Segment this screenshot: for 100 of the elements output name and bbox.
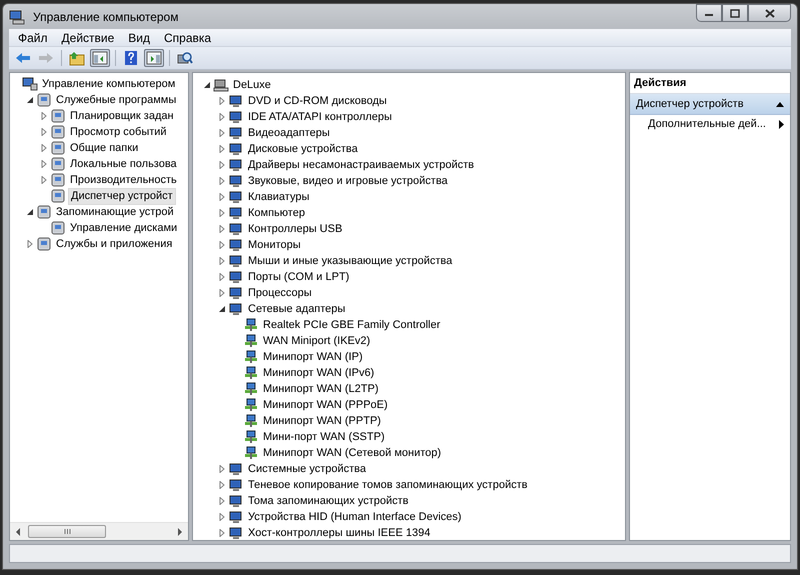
collapse-icon[interactable]	[776, 101, 784, 107]
tree-item[interactable]: Минипорт WAN (Сетевой монитор)	[261, 446, 444, 460]
tree-item[interactable]: Звуковые, видео и игровые устройства	[246, 174, 450, 188]
collapsed-arrow-icon[interactable]	[218, 481, 226, 489]
expanded-arrow-icon[interactable]	[203, 81, 211, 89]
tree-item[interactable]: Клавиатуры	[246, 190, 312, 204]
collapsed-arrow-icon[interactable]	[218, 241, 226, 249]
collapsed-arrow-icon[interactable]	[218, 225, 226, 233]
tree-item[interactable]: IDE ATA/ATAPI контроллеры	[246, 110, 394, 124]
collapsed-arrow-icon[interactable]	[218, 97, 226, 105]
tree-item[interactable]: Минипорт WAN (PPTP)	[261, 414, 383, 428]
network-icon	[243, 365, 259, 381]
device-icon	[228, 125, 244, 141]
collapsed-arrow-icon[interactable]	[218, 513, 226, 521]
collapsed-arrow-icon[interactable]	[218, 145, 226, 153]
tree-item[interactable]: Системные устройства	[246, 462, 368, 476]
maximize-button[interactable]	[722, 4, 748, 22]
expanded-arrow-icon[interactable]	[26, 96, 34, 104]
computer-icon	[213, 77, 229, 93]
tree-item[interactable]: WAN Miniport (IKEv2)	[261, 334, 372, 348]
submenu-arrow-icon	[779, 120, 784, 128]
collapsed-arrow-icon[interactable]	[218, 273, 226, 281]
menu-item[interactable]: Действие	[54, 30, 122, 44]
collapsed-arrow-icon[interactable]	[218, 289, 226, 297]
menu-item[interactable]: Вид	[121, 30, 157, 44]
tree-item[interactable]: Теневое копирование томов запоминающих устройств	[246, 478, 530, 492]
collapsed-arrow-icon[interactable]	[40, 176, 48, 184]
tree-item[interactable]: Минипорт WAN (PPPoE)	[261, 398, 390, 412]
collapsed-arrow-icon[interactable]	[218, 465, 226, 473]
tree-item[interactable]: Мыши и иные указывающие устройства	[246, 254, 454, 268]
tree-item[interactable]: Видеоадаптеры	[246, 126, 332, 140]
expanded-arrow-icon[interactable]	[26, 208, 34, 216]
tree-item[interactable]: Диспетчер устройст	[68, 188, 176, 204]
collapsed-arrow-icon[interactable]	[218, 529, 226, 537]
collapsed-arrow-icon[interactable]	[218, 177, 226, 185]
tree-item[interactable]: DeLuxe	[231, 78, 273, 92]
collapsed-arrow-icon[interactable]	[218, 129, 226, 137]
horizontal-scrollbar[interactable]	[10, 522, 188, 540]
tree-item[interactable]: Минипорт WAN (L2TP)	[261, 382, 380, 396]
tree-item[interactable]: Драйверы несамонастраиваемых устройств	[246, 158, 476, 172]
tree-item[interactable]: Компьютер	[246, 206, 307, 220]
tool-icon	[50, 172, 66, 188]
tree-item[interactable]: DVD и CD-ROM дисководы	[246, 94, 389, 108]
tree-item[interactable]: Устройства HID (Human Interface Devices)	[246, 510, 464, 524]
tree-item[interactable]: Управление компьютером	[40, 76, 178, 92]
tree-item[interactable]: Мониторы	[246, 238, 303, 252]
expanded-arrow-icon[interactable]	[218, 305, 226, 313]
tree-item[interactable]: Тома запоминающих устройств	[246, 494, 411, 508]
actions-section[interactable]: Диспетчер устройств	[630, 94, 790, 115]
device-icon	[228, 237, 244, 253]
device-icon	[228, 493, 244, 509]
collapsed-arrow-icon[interactable]	[218, 497, 226, 505]
device-icon	[228, 525, 244, 540]
collapsed-arrow-icon[interactable]	[40, 112, 48, 120]
tree-item[interactable]: Сетевые адаптеры	[246, 302, 348, 316]
collapsed-arrow-icon[interactable]	[218, 113, 226, 121]
collapsed-arrow-icon[interactable]	[218, 209, 226, 217]
tree-item[interactable]: Realtek PCIe GBE Family Controller	[261, 318, 442, 332]
tree-item[interactable]: Производительность	[68, 172, 179, 188]
minimize-button[interactable]	[696, 4, 722, 22]
tree-item[interactable]: Управление дисками	[68, 220, 180, 236]
tree-item[interactable]: Минипорт WAN (IPv6)	[261, 366, 376, 380]
tree-item[interactable]: Запоминающие устрой	[54, 204, 176, 220]
collapsed-arrow-icon[interactable]	[40, 128, 48, 136]
tree-item[interactable]: Планировщик задан	[68, 108, 176, 124]
tree-item[interactable]: Общие папки	[68, 140, 140, 156]
tree-item[interactable]: Дисковые устройства	[246, 142, 360, 156]
device-icon	[228, 269, 244, 285]
collapsed-arrow-icon[interactable]	[218, 257, 226, 265]
tool-icon	[36, 236, 52, 252]
tree-item[interactable]: Процессоры	[246, 286, 314, 300]
toolbar-button[interactable]	[90, 49, 110, 67]
tree-item[interactable]: Минипорт WAN (IP)	[261, 350, 365, 364]
tree-item[interactable]: Локальные пользова	[68, 156, 179, 172]
collapsed-arrow-icon[interactable]	[40, 144, 48, 152]
tree-item[interactable]: Служебные программы	[54, 92, 178, 108]
action-item[interactable]: Дополнительные дей...	[630, 115, 790, 133]
menu-item[interactable]: Справка	[157, 30, 218, 44]
tree-item[interactable]: Хост-контроллеры шины IEEE 1394	[246, 526, 432, 540]
toolbar-button[interactable]	[144, 49, 164, 67]
menu-item[interactable]: Файл	[11, 30, 55, 44]
collapsed-arrow-icon[interactable]	[218, 161, 226, 169]
collapsed-arrow-icon[interactable]	[26, 240, 34, 248]
tool-icon	[36, 92, 52, 108]
device-icon	[228, 461, 244, 477]
right-arrow-icon[interactable]	[177, 528, 183, 536]
computer-icon	[9, 8, 25, 24]
network-icon	[243, 397, 259, 413]
tree-item[interactable]: Контроллеры USB	[246, 222, 344, 236]
left-arrow-icon[interactable]	[15, 528, 21, 536]
tree-item[interactable]: Порты (COM и LPT)	[246, 270, 352, 284]
tree-item[interactable]: Мини-порт WAN (SSTP)	[261, 430, 387, 444]
toolbar-button[interactable]	[67, 49, 87, 67]
collapsed-arrow-icon[interactable]	[40, 160, 48, 168]
tool-icon	[50, 156, 66, 172]
close-button[interactable]	[748, 4, 791, 22]
collapsed-arrow-icon[interactable]	[218, 193, 226, 201]
window-title: Управление компьютером	[33, 10, 178, 24]
tree-item[interactable]: Просмотр событий	[68, 124, 169, 140]
tree-item[interactable]: Службы и приложения	[54, 236, 174, 252]
